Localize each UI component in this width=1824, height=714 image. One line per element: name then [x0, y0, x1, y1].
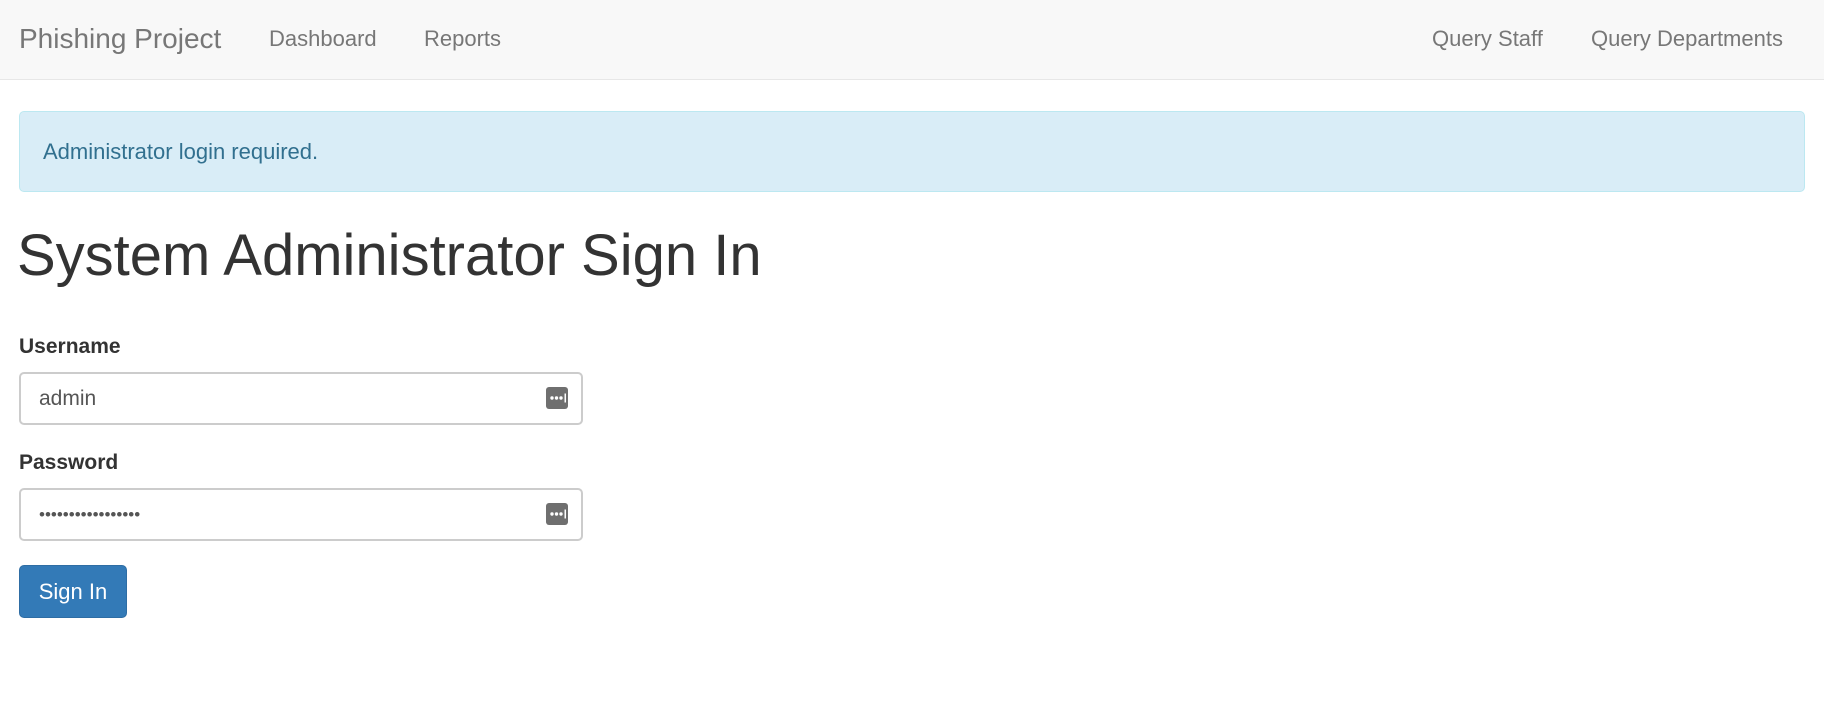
username-input[interactable] — [21, 374, 581, 423]
password-label: Password — [19, 451, 119, 474]
alert-message: Administrator login required. — [43, 139, 319, 164]
username-label: Username — [19, 335, 121, 358]
brand-link[interactable]: Phishing Project — [19, 0, 221, 79]
sign-in-button[interactable]: Sign In — [19, 565, 127, 618]
password-manager-icon[interactable] — [546, 503, 568, 525]
nav-link-query-departments[interactable]: Query Departments — [1591, 0, 1783, 79]
top-navbar: Phishing Project Dashboard Reports Query… — [0, 0, 1824, 80]
username-field-wrapper — [19, 372, 583, 425]
password-field-wrapper — [19, 488, 583, 541]
nav-link-dashboard[interactable]: Dashboard — [269, 0, 377, 79]
info-alert: Administrator login required. — [19, 111, 1805, 192]
password-input[interactable] — [21, 490, 581, 539]
page-title: System Administrator Sign In — [17, 223, 762, 288]
password-manager-icon[interactable] — [546, 387, 568, 409]
nav-link-query-staff[interactable]: Query Staff — [1432, 0, 1543, 79]
nav-link-reports[interactable]: Reports — [424, 0, 501, 79]
